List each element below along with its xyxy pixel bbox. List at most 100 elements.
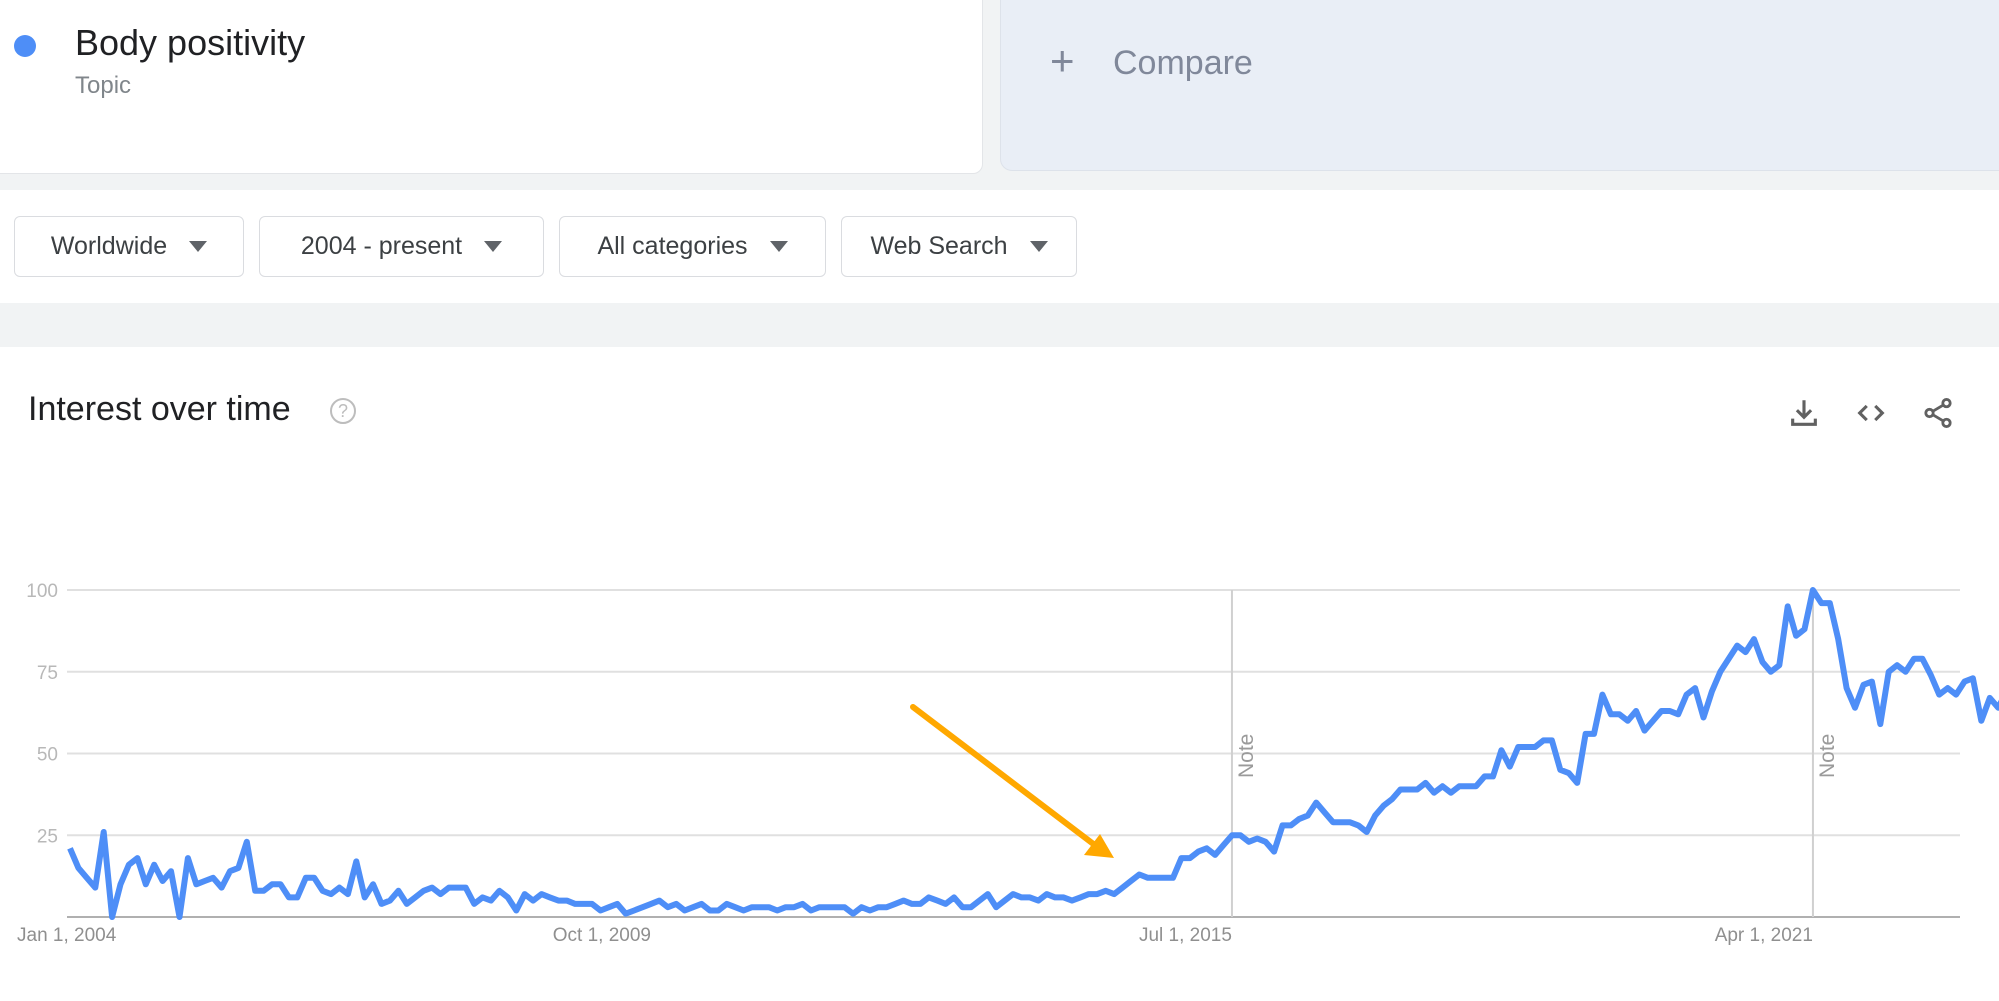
data-point bbox=[1248, 841, 1249, 842]
data-point bbox=[1215, 854, 1216, 855]
data-point bbox=[154, 864, 155, 865]
plus-icon[interactable]: + bbox=[1050, 40, 1075, 82]
data-point bbox=[802, 903, 803, 904]
data-point bbox=[339, 887, 340, 888]
data-point bbox=[238, 867, 239, 868]
data-point bbox=[196, 884, 197, 885]
share-icon[interactable] bbox=[1921, 396, 1955, 430]
data-point bbox=[465, 887, 466, 888]
data-point bbox=[1122, 887, 1123, 888]
data-point bbox=[1088, 894, 1089, 895]
data-point bbox=[1585, 733, 1586, 734]
data-point bbox=[1181, 858, 1182, 859]
data-point bbox=[280, 884, 281, 885]
data-point bbox=[1568, 773, 1569, 774]
data-point bbox=[162, 881, 163, 882]
data-point bbox=[179, 917, 180, 918]
download-icon[interactable] bbox=[1787, 396, 1821, 430]
data-point bbox=[945, 903, 946, 904]
y-tick-label: 100 bbox=[26, 581, 58, 602]
data-point bbox=[836, 907, 837, 908]
compare-button[interactable] bbox=[1000, 0, 1999, 171]
data-point bbox=[204, 881, 205, 882]
data-point bbox=[288, 897, 289, 898]
data-point bbox=[322, 890, 323, 891]
data-point bbox=[1013, 894, 1014, 895]
data-point bbox=[1341, 822, 1342, 823]
data-point bbox=[853, 913, 854, 914]
data-point bbox=[878, 907, 879, 908]
data-point bbox=[634, 910, 635, 911]
data-point bbox=[305, 877, 306, 878]
data-point bbox=[1265, 841, 1266, 842]
search-type-dropdown[interactable]: Web Search bbox=[841, 216, 1077, 277]
data-point bbox=[1046, 894, 1047, 895]
data-point bbox=[1577, 782, 1578, 783]
data-point bbox=[1130, 881, 1131, 882]
data-point bbox=[1602, 694, 1603, 695]
data-point bbox=[137, 858, 138, 859]
data-point bbox=[1400, 789, 1401, 790]
data-point bbox=[516, 910, 517, 911]
data-point bbox=[1307, 815, 1308, 816]
data-point bbox=[128, 864, 129, 865]
data-point bbox=[1316, 802, 1317, 803]
data-point bbox=[676, 903, 677, 904]
data-point bbox=[1627, 720, 1628, 721]
data-point bbox=[903, 900, 904, 901]
data-point bbox=[314, 877, 315, 878]
data-point bbox=[1669, 710, 1670, 711]
data-point bbox=[1551, 740, 1552, 741]
data-point bbox=[1434, 792, 1435, 793]
data-point bbox=[558, 900, 559, 901]
data-point bbox=[112, 917, 113, 918]
compare-label[interactable]: Compare bbox=[1113, 44, 1253, 83]
data-point bbox=[1812, 590, 1813, 591]
data-point bbox=[78, 867, 79, 868]
time-range-dropdown[interactable]: 2004 - present bbox=[259, 216, 544, 277]
data-point bbox=[1055, 897, 1056, 898]
question-mark-circle-icon[interactable]: ? bbox=[330, 398, 356, 424]
data-point bbox=[996, 907, 997, 908]
data-point bbox=[1290, 825, 1291, 826]
data-point bbox=[1779, 665, 1780, 666]
data-point bbox=[187, 858, 188, 859]
data-point bbox=[785, 907, 786, 908]
y-tick-label: 25 bbox=[37, 826, 58, 847]
data-point bbox=[575, 903, 576, 904]
data-point bbox=[1897, 665, 1898, 666]
data-point bbox=[1484, 776, 1485, 777]
data-point bbox=[1770, 671, 1771, 672]
region-dropdown[interactable]: Worldwide bbox=[14, 216, 244, 277]
data-point bbox=[1720, 671, 1721, 672]
data-point bbox=[213, 877, 214, 878]
data-point bbox=[229, 871, 230, 872]
data-point bbox=[617, 903, 618, 904]
data-point bbox=[1880, 724, 1881, 725]
data-point bbox=[1535, 746, 1536, 747]
category-dropdown[interactable]: All categories bbox=[559, 216, 826, 277]
data-point bbox=[1913, 658, 1914, 659]
data-point bbox=[1114, 894, 1115, 895]
data-point bbox=[1038, 900, 1039, 901]
data-point bbox=[1080, 897, 1081, 898]
data-point bbox=[406, 903, 407, 904]
data-point bbox=[970, 907, 971, 908]
data-point bbox=[869, 910, 870, 911]
data-point bbox=[373, 884, 374, 885]
data-point bbox=[886, 907, 887, 908]
data-point bbox=[1383, 805, 1384, 806]
data-point bbox=[1492, 776, 1493, 777]
x-tick-label: Oct 1, 2009 bbox=[553, 925, 651, 946]
data-point bbox=[1147, 877, 1148, 878]
data-point bbox=[659, 900, 660, 901]
data-point bbox=[912, 903, 913, 904]
data-point bbox=[726, 903, 727, 904]
data-point bbox=[794, 907, 795, 908]
code-embed-icon[interactable] bbox=[1854, 396, 1888, 430]
data-point bbox=[1063, 897, 1064, 898]
data-point bbox=[364, 897, 365, 898]
term-name[interactable]: Body positivity bbox=[75, 22, 305, 64]
section-title: Interest over time bbox=[28, 390, 291, 428]
data-point bbox=[1358, 825, 1359, 826]
